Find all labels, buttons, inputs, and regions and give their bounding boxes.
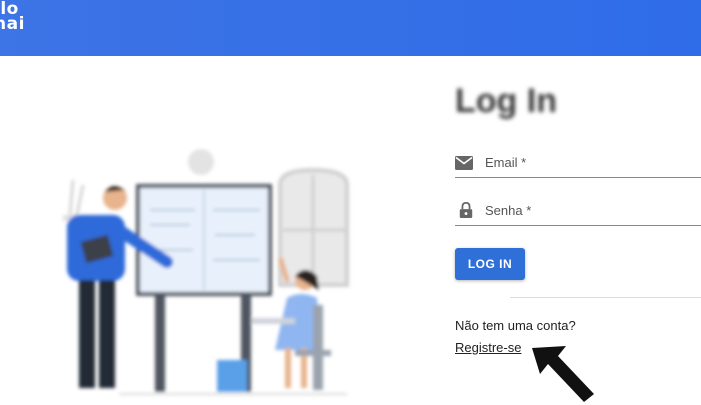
email-label: Email * [485, 155, 527, 170]
register-link[interactable]: Registre-se [455, 340, 521, 355]
password-field[interactable]: Senha * [455, 201, 701, 226]
logo-line-2: nai [0, 14, 25, 34]
login-button[interactable]: LOG IN [455, 248, 525, 280]
password-label: Senha * [485, 203, 532, 218]
top-app-bar: llo nai [0, 0, 701, 56]
email-field[interactable]: Email * [455, 153, 701, 178]
divider [510, 297, 701, 298]
page-title: Log In [455, 82, 557, 120]
classroom-illustration [63, 149, 349, 396]
no-account-text: Não tem uma conta? [455, 318, 576, 333]
app-logo[interactable]: llo nai [0, 1, 25, 34]
lock-icon [459, 202, 473, 218]
arrow-pointer-icon [532, 346, 594, 402]
mail-icon [455, 156, 473, 170]
